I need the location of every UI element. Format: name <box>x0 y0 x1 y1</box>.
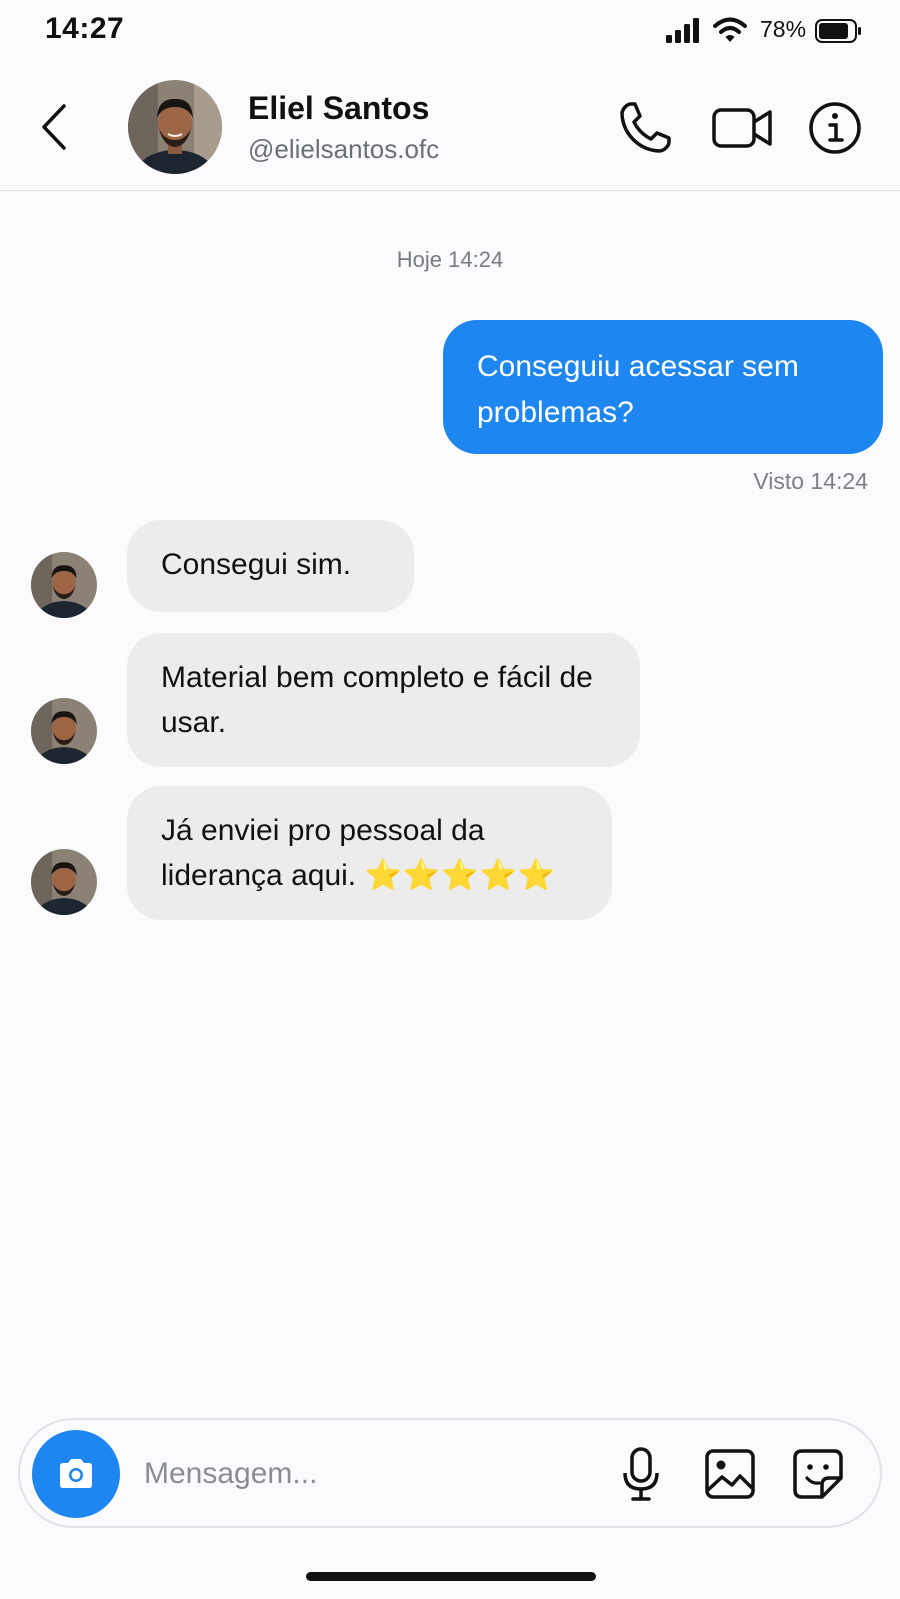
home-indicator[interactable] <box>306 1572 596 1581</box>
signal-icon <box>666 18 699 43</box>
message-input[interactable] <box>144 1448 574 1500</box>
status-time: 14:27 <box>45 12 125 45</box>
contact-name[interactable]: Eliel Santos <box>248 90 429 127</box>
video-camera-icon[interactable] <box>711 100 773 156</box>
outgoing-message[interactable]: Conseguiu acessar sem problemas? <box>443 320 883 454</box>
date-divider: Hoje 14:24 <box>396 247 504 272</box>
phone-icon[interactable] <box>617 100 673 156</box>
chat-header: Eliel Santos @elielsantos.ofc <box>0 64 900 191</box>
battery-icon <box>815 19 861 43</box>
sender-avatar[interactable] <box>31 552 97 618</box>
sticker-icon[interactable] <box>792 1448 844 1500</box>
incoming-message[interactable]: Já enviei pro pessoal da liderança aqui.… <box>127 786 612 920</box>
star-rating-icons: ⭐⭐⭐⭐⭐ <box>364 859 557 892</box>
status-bar: 14:27 78% <box>0 0 900 64</box>
seen-status: Visto 14:24 <box>753 468 868 494</box>
incoming-message[interactable]: Material bem completo e fácil de usar. <box>127 633 640 767</box>
battery-percentage: 78% <box>760 16 807 42</box>
camera-icon <box>60 1459 92 1488</box>
wifi-icon <box>713 17 747 42</box>
microphone-icon[interactable] <box>620 1446 662 1502</box>
incoming-message[interactable]: Consegui sim. <box>127 520 414 612</box>
contact-handle[interactable]: @elielsantos.ofc <box>248 134 439 165</box>
back-icon[interactable] <box>38 102 72 152</box>
chat-screen: 14:27 78% Eliel Santos @elielsantos.ofc … <box>0 0 900 1599</box>
sender-avatar[interactable] <box>31 849 97 915</box>
camera-button[interactable] <box>32 1430 120 1518</box>
contact-avatar[interactable] <box>128 80 222 174</box>
message-composer <box>18 1418 882 1528</box>
info-icon[interactable] <box>807 100 863 156</box>
sender-avatar[interactable] <box>31 698 97 764</box>
gallery-icon[interactable] <box>704 1448 756 1500</box>
